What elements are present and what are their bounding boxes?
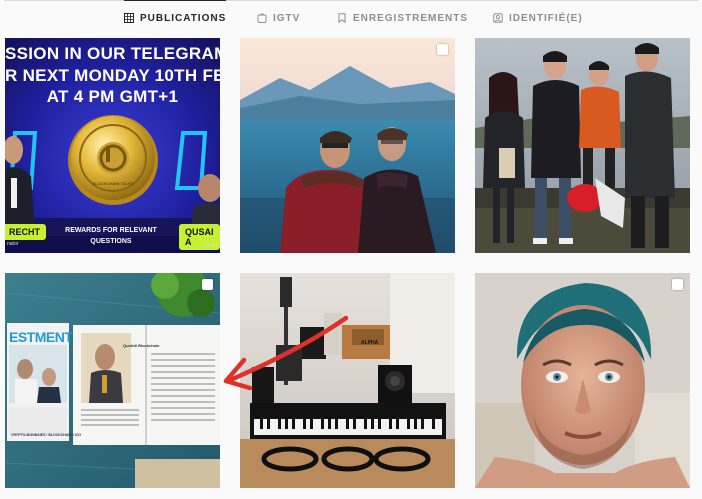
speaker-role-left: nator: [7, 241, 19, 247]
post-lake-friends[interactable]: [240, 38, 455, 253]
speaker-name-left: RECHT: [5, 224, 46, 240]
profile-tab-bar: PUBLICATIONS IGTV ENREGISTREMENTS IDENTI…: [0, 0, 702, 36]
post-image: [475, 273, 690, 488]
tab-identifie-label: IDENTIFIÉ(E): [509, 12, 583, 24]
bookmark-icon: [338, 13, 346, 23]
tagged-icon: [493, 13, 503, 23]
coin-label: BLOCKCHAIN TALKS: [92, 181, 134, 186]
profile-posts-page: PUBLICATIONS IGTV ENREGISTREMENTS IDENTI…: [0, 0, 702, 499]
tab-igtv-label: IGTV: [273, 12, 301, 24]
magazine-cover-footer: CRYPTO-MONNAIES / BLOCKCHAIN / ICO: [11, 433, 82, 437]
reward-text-1: REWARDS FOR RELEVANT: [65, 227, 157, 234]
igtv-icon: [257, 13, 267, 23]
tab-publications-label: PUBLICATIONS: [140, 12, 227, 24]
post-image: [240, 38, 455, 253]
speaker-role-right: Chief I: [203, 243, 218, 249]
promo-line-2: R NEXT MONDAY 10TH FEB: [5, 66, 220, 85]
tab-enregistrements-label: ENREGISTREMENTS: [353, 12, 469, 24]
post-telegram-session[interactable]: SSION IN OUR TELEGRAM G R NEXT MONDAY 10…: [5, 38, 220, 253]
multi-photo-icon: [437, 44, 449, 56]
multi-photo-icon: [202, 279, 214, 291]
post-studio-setup[interactable]: ALPHA: [240, 273, 455, 488]
tab-igtv[interactable]: IGTV: [257, 0, 300, 36]
promo-line-1: SSION IN OUR TELEGRAM G: [5, 44, 220, 63]
box-label: ALPHA: [361, 340, 379, 346]
post-selfie-closeup[interactable]: [475, 273, 690, 488]
reward-text-2: QUESTIONS: [90, 238, 132, 245]
multi-photo-icon: [672, 279, 684, 291]
post-group-friends[interactable]: [475, 38, 690, 253]
post-magazine-feature[interactable]: ESTMENT Quotidi Blockchain CRYPTO-MONNAI…: [5, 273, 220, 488]
tab-identifie[interactable]: IDENTIFIÉ(E): [493, 0, 583, 36]
magazine-article-heading: Quotidi Blockchain: [123, 343, 160, 348]
post-image: [5, 273, 220, 488]
tab-enregistrements[interactable]: ENREGISTREMENTS: [337, 0, 468, 36]
tab-publications[interactable]: PUBLICATIONS: [124, 0, 227, 36]
magazine-cover-title: ESTMENT: [9, 329, 73, 345]
post-image: [240, 273, 455, 488]
promo-line-3: AT 4 PM GMT+1: [46, 87, 179, 106]
post-image: [475, 38, 690, 253]
grid-icon: [124, 13, 134, 23]
